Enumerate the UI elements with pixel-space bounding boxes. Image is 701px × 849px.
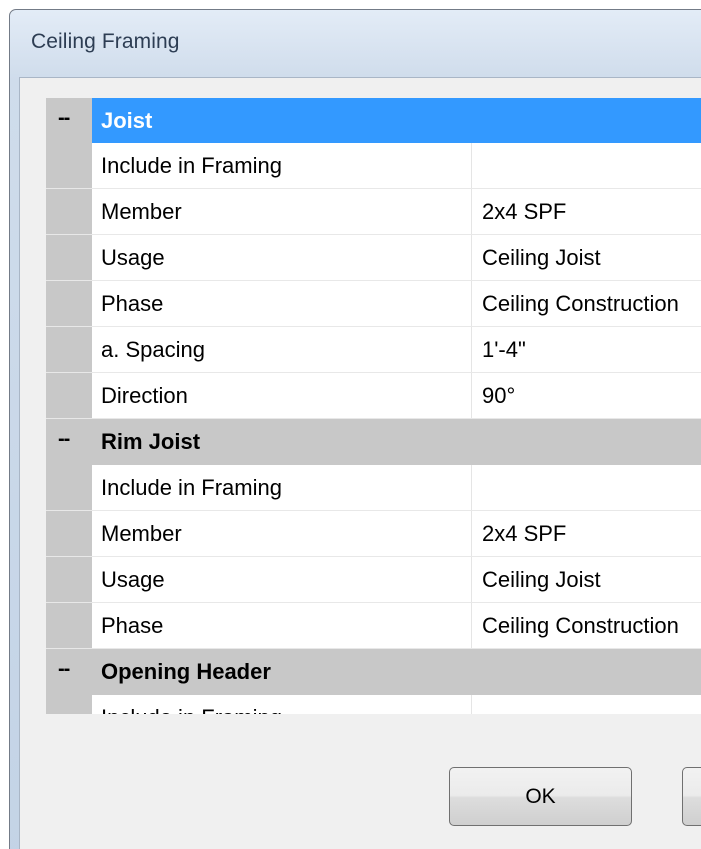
property-value[interactable]: 1'-4": [472, 327, 701, 372]
collapse-toggle[interactable]: --: [58, 428, 70, 451]
property-value[interactable]: [472, 143, 701, 188]
category-gutter: --: [46, 649, 92, 694]
property-value[interactable]: [472, 465, 701, 510]
window-title: Ceiling Framing: [31, 30, 180, 53]
property-row[interactable]: Include in Framing: [46, 695, 701, 714]
property-value[interactable]: 2x4 SPF: [472, 189, 701, 234]
row-gutter: [46, 235, 92, 280]
property-value[interactable]: Ceiling Construction: [472, 281, 701, 326]
category-row[interactable]: -- Opening Header: [46, 649, 701, 695]
collapse-toggle[interactable]: --: [58, 107, 70, 130]
property-name: a. Spacing: [92, 327, 472, 372]
row-gutter: [46, 603, 92, 648]
category-label: Opening Header: [92, 649, 701, 694]
property-value[interactable]: Ceiling Construction: [472, 603, 701, 648]
category-label: Joist: [92, 98, 701, 143]
property-name: Include in Framing: [92, 695, 472, 714]
property-row[interactable]: Direction 90°: [46, 373, 701, 419]
row-gutter: [46, 327, 92, 372]
row-gutter: [46, 373, 92, 418]
property-row[interactable]: Member 2x4 SPF: [46, 189, 701, 235]
ceiling-framing-dialog: Ceiling Framing -- Joist Include in Framin…: [0, 0, 701, 849]
row-gutter: [46, 143, 92, 188]
category-row[interactable]: -- Joist: [46, 98, 701, 143]
row-gutter: [46, 465, 92, 510]
row-gutter: [46, 557, 92, 602]
collapse-toggle[interactable]: --: [58, 658, 70, 681]
cancel-button[interactable]: [682, 767, 701, 826]
property-grid[interactable]: -- Joist Include in Framing Member 2x4 SPF Us…: [46, 98, 701, 714]
property-name: Direction: [92, 373, 472, 418]
property-value[interactable]: Ceiling Joist: [472, 557, 701, 602]
row-gutter: [46, 189, 92, 234]
property-name: Member: [92, 189, 472, 234]
property-row[interactable]: Usage Ceiling Joist: [46, 235, 701, 281]
ok-button[interactable]: OK: [449, 767, 632, 826]
property-value[interactable]: 90°: [472, 373, 701, 418]
property-row[interactable]: Include in Framing: [46, 143, 701, 189]
property-row[interactable]: Include in Framing: [46, 465, 701, 511]
property-value[interactable]: [472, 695, 701, 714]
category-label: Rim Joist: [92, 419, 701, 464]
property-name: Usage: [92, 235, 472, 280]
row-gutter: [46, 511, 92, 556]
row-gutter: [46, 695, 92, 714]
property-value[interactable]: 2x4 SPF: [472, 511, 701, 556]
property-name: Include in Framing: [92, 143, 472, 188]
category-gutter: --: [46, 419, 92, 464]
property-row[interactable]: Member 2x4 SPF: [46, 511, 701, 557]
category-row[interactable]: -- Rim Joist: [46, 419, 701, 465]
property-name: Usage: [92, 557, 472, 602]
property-value[interactable]: Ceiling Joist: [472, 235, 701, 280]
property-name: Phase: [92, 603, 472, 648]
category-gutter: --: [46, 98, 92, 143]
property-name: Member: [92, 511, 472, 556]
property-grid-rows: -- Joist Include in Framing Member 2x4 SPF Us…: [46, 98, 701, 714]
property-name: Include in Framing: [92, 465, 472, 510]
property-row[interactable]: a. Spacing 1'-4": [46, 327, 701, 373]
property-row[interactable]: Phase Ceiling Construction: [46, 281, 701, 327]
property-row[interactable]: Usage Ceiling Joist: [46, 557, 701, 603]
property-name: Phase: [92, 281, 472, 326]
title-bar[interactable]: Ceiling Framing: [10, 10, 701, 70]
property-row[interactable]: Phase Ceiling Construction: [46, 603, 701, 649]
row-gutter: [46, 281, 92, 326]
